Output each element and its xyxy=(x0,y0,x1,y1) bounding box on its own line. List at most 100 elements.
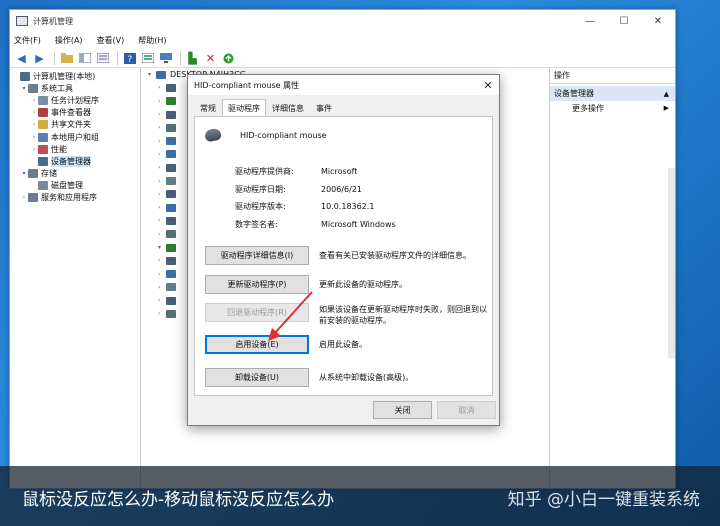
enable-device-row: 启用设备(E) 启用此设备。 xyxy=(205,335,489,354)
tree-item[interactable]: 计算机管理(本地) xyxy=(10,70,140,82)
expand-arrow-icon[interactable]: ▾ xyxy=(158,244,166,251)
more-actions-label: 更多操作 xyxy=(572,103,604,113)
tree-item[interactable]: › 事件查看器 xyxy=(10,107,140,119)
expand-arrow-icon[interactable]: › xyxy=(158,178,166,185)
uninstall-device-button[interactable]: 卸载设备(U) xyxy=(205,368,309,387)
expand-arrow-icon[interactable]: › xyxy=(30,146,38,153)
close-dialog-button[interactable]: 关闭 xyxy=(373,401,432,419)
prop-value: 10.0.18362.1 xyxy=(321,202,375,212)
prop-key: 驱动程序日期: xyxy=(235,184,286,194)
actions-section-device-manager[interactable]: 设备管理器 ▲ xyxy=(550,86,675,101)
watermark-text: 知乎 @小白一键重装系统 xyxy=(507,489,700,510)
menu-action[interactable]: 操作(A) xyxy=(55,35,83,46)
enable-device-icon[interactable] xyxy=(221,51,236,65)
cancel-button[interactable]: 取消 xyxy=(437,401,496,419)
expand-arrow-icon[interactable]: › xyxy=(20,194,28,201)
device-category-icon xyxy=(166,190,176,199)
tab-events[interactable]: 事件 xyxy=(310,101,338,116)
prop-row-signer: 数字签名者: Microsoft Windows xyxy=(235,216,485,234)
uninstall-icon[interactable]: ✕ xyxy=(203,51,218,65)
expand-arrow-icon[interactable]: › xyxy=(158,124,166,131)
expand-arrow-icon[interactable]: › xyxy=(158,271,166,278)
expand-arrow-icon[interactable]: › xyxy=(158,284,166,291)
collapse-icon[interactable]: ▾ xyxy=(148,71,156,78)
view-icon[interactable] xyxy=(140,51,155,65)
device-category-icon xyxy=(166,309,176,318)
enable-device-desc: 启用此设备。 xyxy=(319,340,367,349)
device-name: HID-compliant mouse xyxy=(240,130,327,140)
more-actions-item[interactable]: 更多操作 ▶ xyxy=(550,101,675,115)
caption-title: 鼠标没反应怎么办-移动鼠标没反应怎么办 xyxy=(22,489,335,510)
uninstall-device-desc: 从系统中卸载设备(高级)。 xyxy=(319,373,414,382)
computer-management-icon xyxy=(16,16,28,26)
tree-item[interactable]: › 本地用户和组 xyxy=(10,131,140,143)
tree-item[interactable]: › 共享文件夹 xyxy=(10,119,140,131)
tree-item[interactable]: 设备管理器 xyxy=(10,155,140,167)
menu-view[interactable]: 查看(V) xyxy=(97,35,125,46)
monitor-icon[interactable] xyxy=(158,51,173,65)
expand-arrow-icon[interactable]: › xyxy=(158,204,166,211)
prop-value: Microsoft Windows xyxy=(321,219,396,229)
tab-general[interactable]: 常规 xyxy=(194,101,222,116)
device-category-icon xyxy=(166,203,176,212)
expand-arrow-icon[interactable]: › xyxy=(158,297,166,304)
update-driver-desc: 更新此设备的驱动程序。 xyxy=(319,280,407,289)
prop-key: 驱动程序版本: xyxy=(235,202,286,212)
expand-arrow-icon[interactable]: › xyxy=(30,121,38,128)
device-category-icon xyxy=(166,163,176,172)
expand-arrow-icon[interactable]: › xyxy=(158,138,166,145)
driver-details-row: 驱动程序详细信息(I) 查看有关已安装驱动程序文件的详细信息。 xyxy=(205,246,489,265)
menu-file[interactable]: 文件(F) xyxy=(14,35,41,46)
expand-arrow-icon[interactable]: › xyxy=(158,191,166,198)
tab-driver[interactable]: 驱动程序 xyxy=(222,99,266,116)
dialog-close-button[interactable]: ✕ xyxy=(477,79,499,92)
scan-hardware-icon[interactable]: ▙ xyxy=(185,51,200,65)
tree-item[interactable]: 磁盘管理 xyxy=(10,180,140,192)
back-icon[interactable]: ◀ xyxy=(14,51,29,65)
expand-arrow-icon[interactable]: › xyxy=(158,164,166,171)
prop-row-date: 驱动程序日期: 2006/6/21 xyxy=(235,181,485,199)
rollback-driver-button[interactable]: 回退驱动程序(R) xyxy=(205,303,309,322)
submenu-arrow-icon: ▶ xyxy=(663,104,669,112)
expand-arrow-icon[interactable]: › xyxy=(158,84,166,91)
expand-arrow-icon[interactable]: › xyxy=(158,217,166,224)
expand-arrow-icon[interactable]: › xyxy=(158,98,166,105)
device-category-icon xyxy=(166,243,176,252)
tree-item[interactable]: › 服务和应用程序 xyxy=(10,192,140,204)
expand-arrow-icon[interactable]: › xyxy=(158,151,166,158)
tree-item[interactable]: ▾ 存储 xyxy=(10,168,140,180)
tree-item[interactable]: ▾ 系统工具 xyxy=(10,82,140,94)
show-tree-icon[interactable] xyxy=(77,51,92,65)
up-folder-icon[interactable] xyxy=(59,51,74,65)
tree-item-label: 本地用户和组 xyxy=(51,132,99,142)
menu-help[interactable]: 帮助(H) xyxy=(138,35,166,46)
update-driver-button[interactable]: 更新驱动程序(P) xyxy=(205,275,309,294)
driver-details-button[interactable]: 驱动程序详细信息(I) xyxy=(205,246,309,265)
device-properties-dialog: HID-compliant mouse 属性 ✕ 常规 驱动程序 详细信息 事件… xyxy=(187,74,500,426)
device-category-icon xyxy=(166,83,176,92)
vertical-scrollbar[interactable] xyxy=(668,168,675,358)
tree-item[interactable]: › 任务计划程序 xyxy=(10,94,140,106)
help-icon[interactable]: ? xyxy=(122,51,137,65)
expand-arrow-icon[interactable]: ▾ xyxy=(20,85,28,92)
enable-device-button[interactable]: 启用设备(E) xyxy=(205,335,309,354)
tab-details[interactable]: 详细信息 xyxy=(266,101,310,116)
prop-value: Microsoft xyxy=(321,167,358,177)
expand-arrow-icon[interactable]: › xyxy=(158,231,166,238)
device-header: HID-compliant mouse xyxy=(204,127,327,143)
expand-arrow-icon[interactable]: › xyxy=(158,111,166,118)
forward-icon[interactable]: ▶ xyxy=(32,51,47,65)
minimize-button[interactable]: — xyxy=(573,16,607,27)
expand-arrow-icon[interactable]: › xyxy=(30,97,38,104)
expand-arrow-icon[interactable]: › xyxy=(30,109,38,116)
expand-arrow-icon[interactable]: › xyxy=(30,134,38,141)
device-category-icon xyxy=(166,137,176,146)
expand-arrow-icon[interactable]: › xyxy=(158,257,166,264)
expand-arrow-icon[interactable]: › xyxy=(158,310,166,317)
expand-arrow-icon[interactable]: ▾ xyxy=(20,170,28,177)
tree-item-label: 共享文件夹 xyxy=(51,120,91,130)
properties-icon[interactable] xyxy=(95,51,110,65)
close-button[interactable]: ✕ xyxy=(641,16,675,27)
tree-item[interactable]: › 性能 xyxy=(10,143,140,155)
maximize-button[interactable]: ☐ xyxy=(607,16,641,27)
